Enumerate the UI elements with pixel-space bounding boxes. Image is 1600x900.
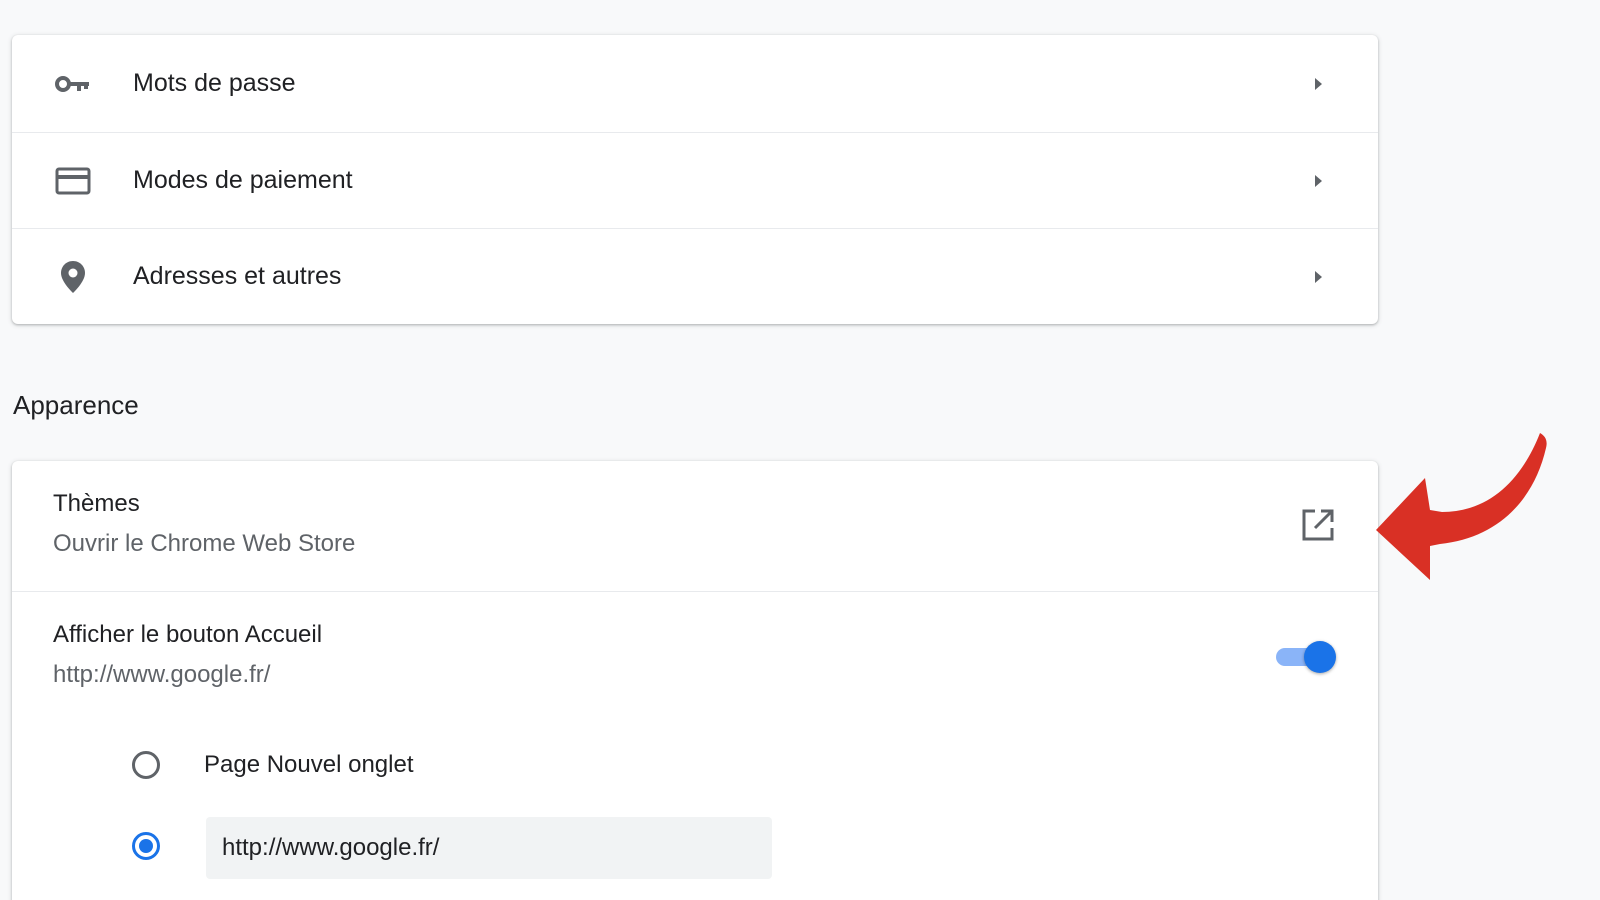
themes-row[interactable]: Thèmes Ouvrir le Chrome Web Store bbox=[12, 461, 1378, 591]
custom-url-option[interactable] bbox=[132, 832, 160, 860]
addresses-label: Adresses et autres bbox=[133, 262, 342, 290]
home-button-text: Afficher le bouton Accueil http://www.go… bbox=[53, 620, 322, 690]
appearance-section-title: Apparence bbox=[13, 390, 139, 420]
appearance-card: Thèmes Ouvrir le Chrome Web Store Affich… bbox=[12, 461, 1378, 900]
location-pin-icon bbox=[53, 257, 93, 297]
credit-card-icon bbox=[53, 161, 93, 201]
new-tab-radio[interactable] bbox=[132, 751, 160, 779]
open-in-new-icon[interactable] bbox=[1300, 507, 1336, 543]
annotation-arrow-icon bbox=[1376, 433, 1547, 580]
autofill-card: Mots de passe Modes de paiement Adresses… bbox=[12, 35, 1378, 324]
payment-methods-label: Modes de paiement bbox=[133, 166, 353, 194]
home-button-title: Afficher le bouton Accueil bbox=[53, 621, 323, 648]
passwords-row[interactable]: Mots de passe bbox=[12, 35, 1378, 132]
home-button-row: Afficher le bouton Accueil http://www.go… bbox=[12, 591, 1378, 721]
key-icon bbox=[53, 64, 93, 104]
chevron-right-icon bbox=[1306, 265, 1330, 289]
passwords-label: Mots de passe bbox=[133, 69, 296, 97]
home-button-toggle[interactable] bbox=[1274, 640, 1338, 674]
themes-subtitle: Ouvrir le Chrome Web Store bbox=[53, 530, 356, 557]
themes-title: Thèmes bbox=[53, 490, 140, 517]
chevron-right-icon bbox=[1306, 169, 1330, 193]
payment-methods-row[interactable]: Modes de paiement bbox=[12, 132, 1378, 228]
new-tab-label: Page Nouvel onglet bbox=[204, 751, 414, 778]
toggle-knob bbox=[1304, 641, 1336, 673]
custom-url-input[interactable] bbox=[206, 817, 772, 879]
chevron-right-icon bbox=[1306, 72, 1330, 96]
settings-page: Mots de passe Modes de paiement Adresses… bbox=[0, 0, 1600, 900]
custom-url-radio[interactable] bbox=[132, 832, 160, 860]
new-tab-option[interactable]: Page Nouvel onglet bbox=[132, 751, 413, 779]
home-button-subtitle: http://www.google.fr/ bbox=[53, 661, 271, 688]
themes-text: Thèmes Ouvrir le Chrome Web Store bbox=[53, 489, 355, 559]
addresses-row[interactable]: Adresses et autres bbox=[12, 228, 1378, 324]
